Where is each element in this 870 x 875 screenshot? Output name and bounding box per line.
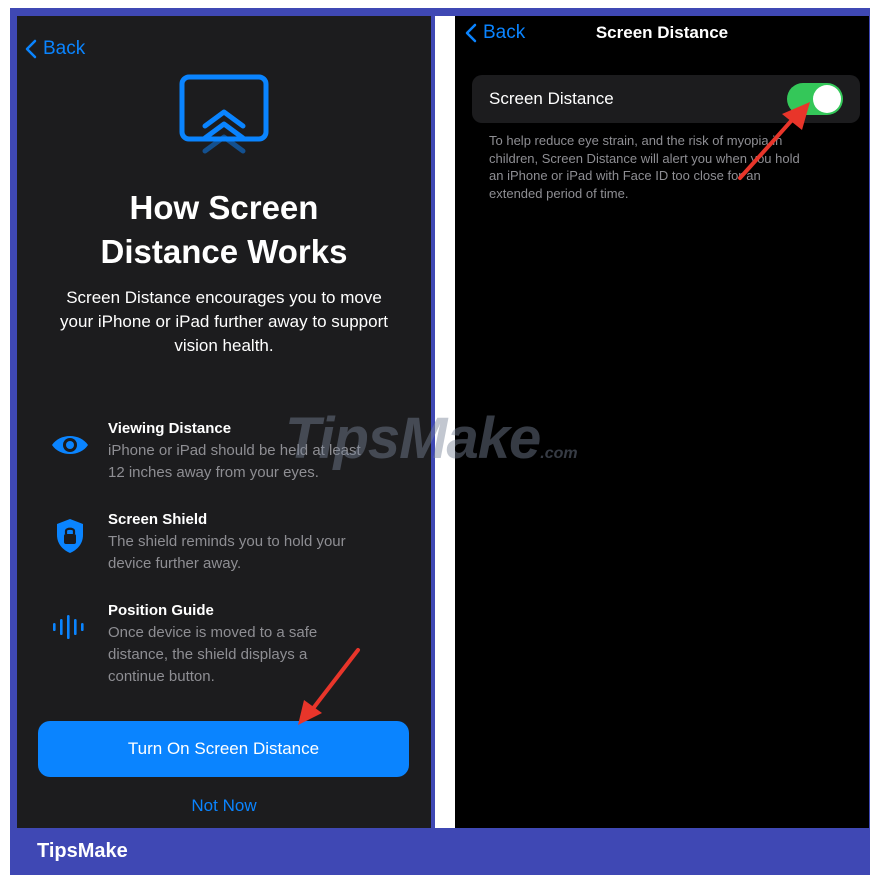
screen-distance-icon	[179, 74, 269, 154]
watermark-suffix: .com	[540, 445, 578, 462]
back-label: Back	[43, 38, 86, 59]
setting-footer-text: To help reduce eye strain, and the risk …	[489, 132, 849, 202]
eye-icon	[43, 428, 97, 462]
turn-on-screen-distance-button[interactable]: Turn On Screen Distance	[38, 721, 409, 777]
feature-description: distance, the shield displays a	[108, 646, 308, 663]
toggle-knob	[813, 85, 841, 113]
not-now-button[interactable]: Not Now	[17, 796, 431, 816]
footer-line: an iPhone or iPad with Face ID too close…	[489, 168, 761, 183]
page-title: How Screen Distance Works	[17, 186, 431, 274]
watermark: TipsMake.com	[285, 405, 578, 472]
watermark-main: TipsMake	[285, 406, 541, 471]
screen-distance-toggle[interactable]	[787, 83, 843, 115]
chevron-left-icon	[25, 39, 37, 59]
feature-heading: Position Guide	[108, 602, 214, 619]
nav-title: Screen Distance	[595, 23, 729, 42]
intro-line: vision health.	[174, 336, 274, 355]
screen-distance-setting-row: Screen Distance	[472, 75, 860, 123]
footer-line: To help reduce eye strain, and the risk …	[489, 133, 783, 148]
setting-label: Screen Distance	[489, 89, 614, 108]
intro-text: Screen Distance encourages you to move y…	[37, 286, 411, 358]
feature-description: continue button.	[108, 668, 215, 685]
title-line: How Screen	[129, 189, 319, 226]
footer-line: extended period of time.	[489, 185, 629, 201]
footer-line: children, Screen Distance will alert you…	[489, 150, 800, 166]
intro-line: your iPhone or iPad further away to supp…	[60, 312, 388, 331]
feature-description: Once device is moved to a safe	[108, 624, 318, 641]
feature-description: The shield reminds you to hold your	[108, 533, 346, 550]
intro-line: Screen Distance encourages you to move	[66, 288, 382, 307]
position-guide-icon	[43, 610, 97, 644]
back-button[interactable]: Back	[25, 38, 85, 60]
feature-description: device further away.	[108, 555, 242, 572]
shield-lock-icon	[43, 519, 97, 553]
brand-footer: TipsMake	[37, 840, 128, 862]
title-line: Distance Works	[100, 233, 348, 270]
feature-heading: Screen Shield	[108, 511, 208, 528]
